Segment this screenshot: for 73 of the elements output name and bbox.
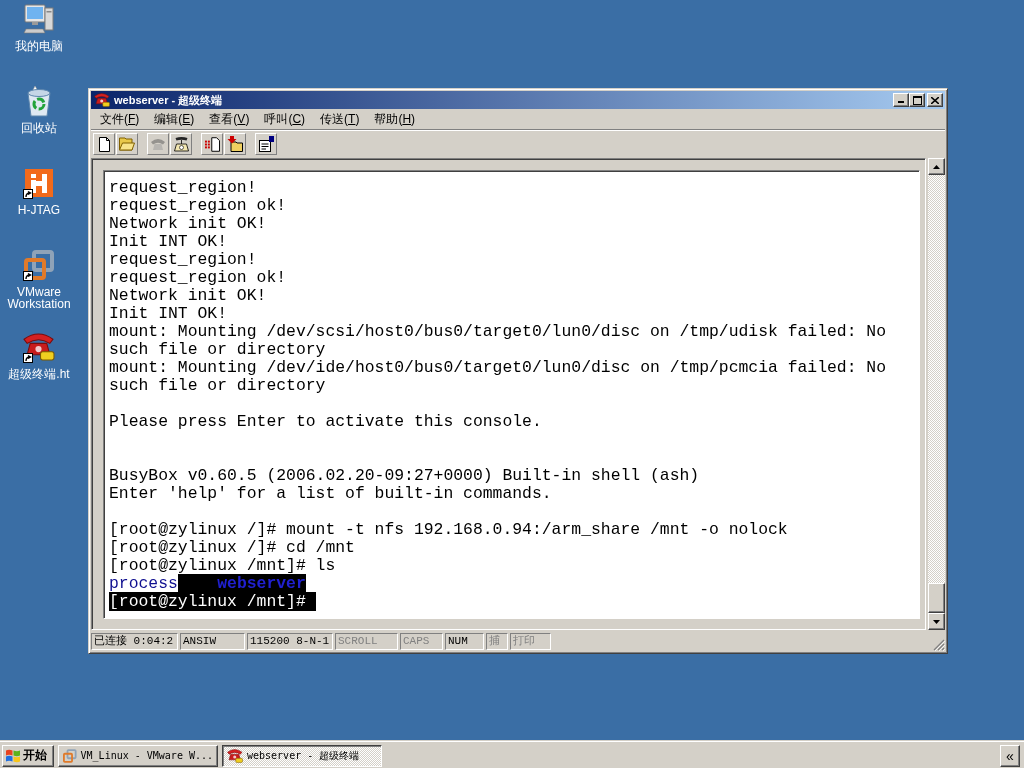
computer-icon[interactable] [23, 4, 55, 34]
terminal-line: Init INT OK! [109, 304, 228, 323]
telephone-icon [151, 138, 165, 150]
terminal-line: Network init OK! [109, 214, 267, 233]
tray-expand-button[interactable]: « [1000, 744, 1020, 767]
terminal-line: Network init OK! [109, 286, 267, 305]
resize-grip-icon[interactable] [933, 639, 945, 651]
status-indicator: 捕 [486, 632, 508, 650]
toolbar-button[interactable] [224, 133, 246, 155]
open-folder-icon [119, 137, 135, 151]
scroll-down-button[interactable] [928, 613, 945, 630]
terminal-line: request_region ok! [109, 268, 287, 287]
close-icon [931, 96, 939, 104]
minimize-icon [898, 101, 904, 103]
status-indicator: SCROLL [335, 632, 398, 650]
recycle-bin-icon[interactable] [27, 85, 51, 117]
terminal-line: BusyBox v0.60.5 (2006.02.20-09:27+0000) Built-in shell (ash) [109, 466, 700, 485]
terminal-line: request_region! [109, 178, 257, 197]
toolbar-button[interactable] [93, 133, 115, 155]
terminal-line: such file or directory [109, 340, 326, 359]
toolbar-button[interactable] [201, 133, 223, 155]
up-arrow-icon [933, 164, 940, 169]
terminal-line: request_region! [109, 250, 257, 269]
terminal-line: mount: Mounting /dev/ide/host0/bus0/target0/lun0/disc on /tmp/pcmcia failed: No [109, 358, 887, 377]
status-indicator: CAPS [400, 632, 443, 650]
telephone-icon [227, 748, 243, 763]
terminal-line: mount: Mounting /dev/scsi/host0/bus0/target0/lun0/disc on /tmp/udisk failed: No [109, 322, 887, 341]
overlapping-squares-icon [63, 747, 77, 764]
taskbar-button[interactable]: webserver - 超级终端 [222, 744, 382, 767]
status-indicator: 已连接 0:04:2 [91, 632, 178, 650]
scrollbar-thumb[interactable] [928, 583, 945, 613]
terminal-line: [root@zylinux /]# mount -t nfs 192.168.0.94:/arm_share /mnt -o nolock [109, 520, 788, 539]
status-indicator: NUM [445, 632, 484, 650]
desktop-icon-label[interactable]: 我的电脑 [15, 40, 63, 52]
status-indicator: ANSIW [180, 632, 245, 650]
maximize-button[interactable] [909, 93, 925, 107]
close-button[interactable] [927, 93, 943, 107]
listing-entry: webserver [217, 574, 306, 593]
scrollbar[interactable] [928, 158, 945, 630]
status-indicator: 115200 8-N-1 [247, 632, 333, 650]
terminal-line: Init INT OK! [109, 232, 228, 251]
toolbar-button[interactable] [170, 133, 192, 155]
start-button[interactable]: 开始 [2, 744, 54, 767]
terminal-line: request_region ok! [109, 196, 287, 215]
telephone-icon [94, 93, 110, 107]
new-document-icon [98, 136, 110, 152]
folder-arrow-icon [227, 136, 243, 152]
telephone-handset-icon [173, 136, 189, 152]
desktop-icon-label[interactable]: H-JTAG [17, 204, 61, 216]
down-arrow-icon [933, 619, 940, 624]
desktop-icon-label[interactable]: VMware Workstation [1, 286, 77, 310]
desktop-icon-label[interactable]: 超级终端.ht [8, 368, 70, 380]
desktop-icon-label[interactable]: 回收站 [21, 122, 57, 134]
scroll-up-button[interactable] [928, 158, 945, 175]
document-flag-icon [258, 136, 274, 152]
window-title: webserver - 超级终端 [114, 92, 223, 108]
logo-tile-icon[interactable] [25, 169, 53, 197]
status-indicator: 打印 [510, 632, 551, 650]
telephone-icon[interactable] [23, 333, 55, 361]
document-arrow-icon [204, 136, 220, 152]
minimize-button[interactable] [893, 93, 909, 107]
maximize-icon [912, 95, 922, 105]
taskbar-button[interactable]: VM_Linux - VMware W... [58, 744, 218, 767]
terminal-line: Enter 'help' for a list of built-in commands. [109, 484, 552, 503]
flag-icon [5, 748, 21, 763]
terminal-line: [root@zylinux /]# cd /mnt [109, 538, 355, 557]
shell-prompt: [root@zylinux /mnt]# [109, 592, 316, 611]
listing-entry: process [109, 574, 178, 593]
terminal-line: such file or directory [109, 376, 326, 395]
terminal-line: [root@zylinux /mnt]# ls [109, 556, 336, 575]
terminal-line: Please press Enter to activate this console. [109, 412, 542, 431]
toolbar-button[interactable] [255, 133, 277, 155]
overlapping-squares-icon[interactable] [24, 250, 54, 280]
